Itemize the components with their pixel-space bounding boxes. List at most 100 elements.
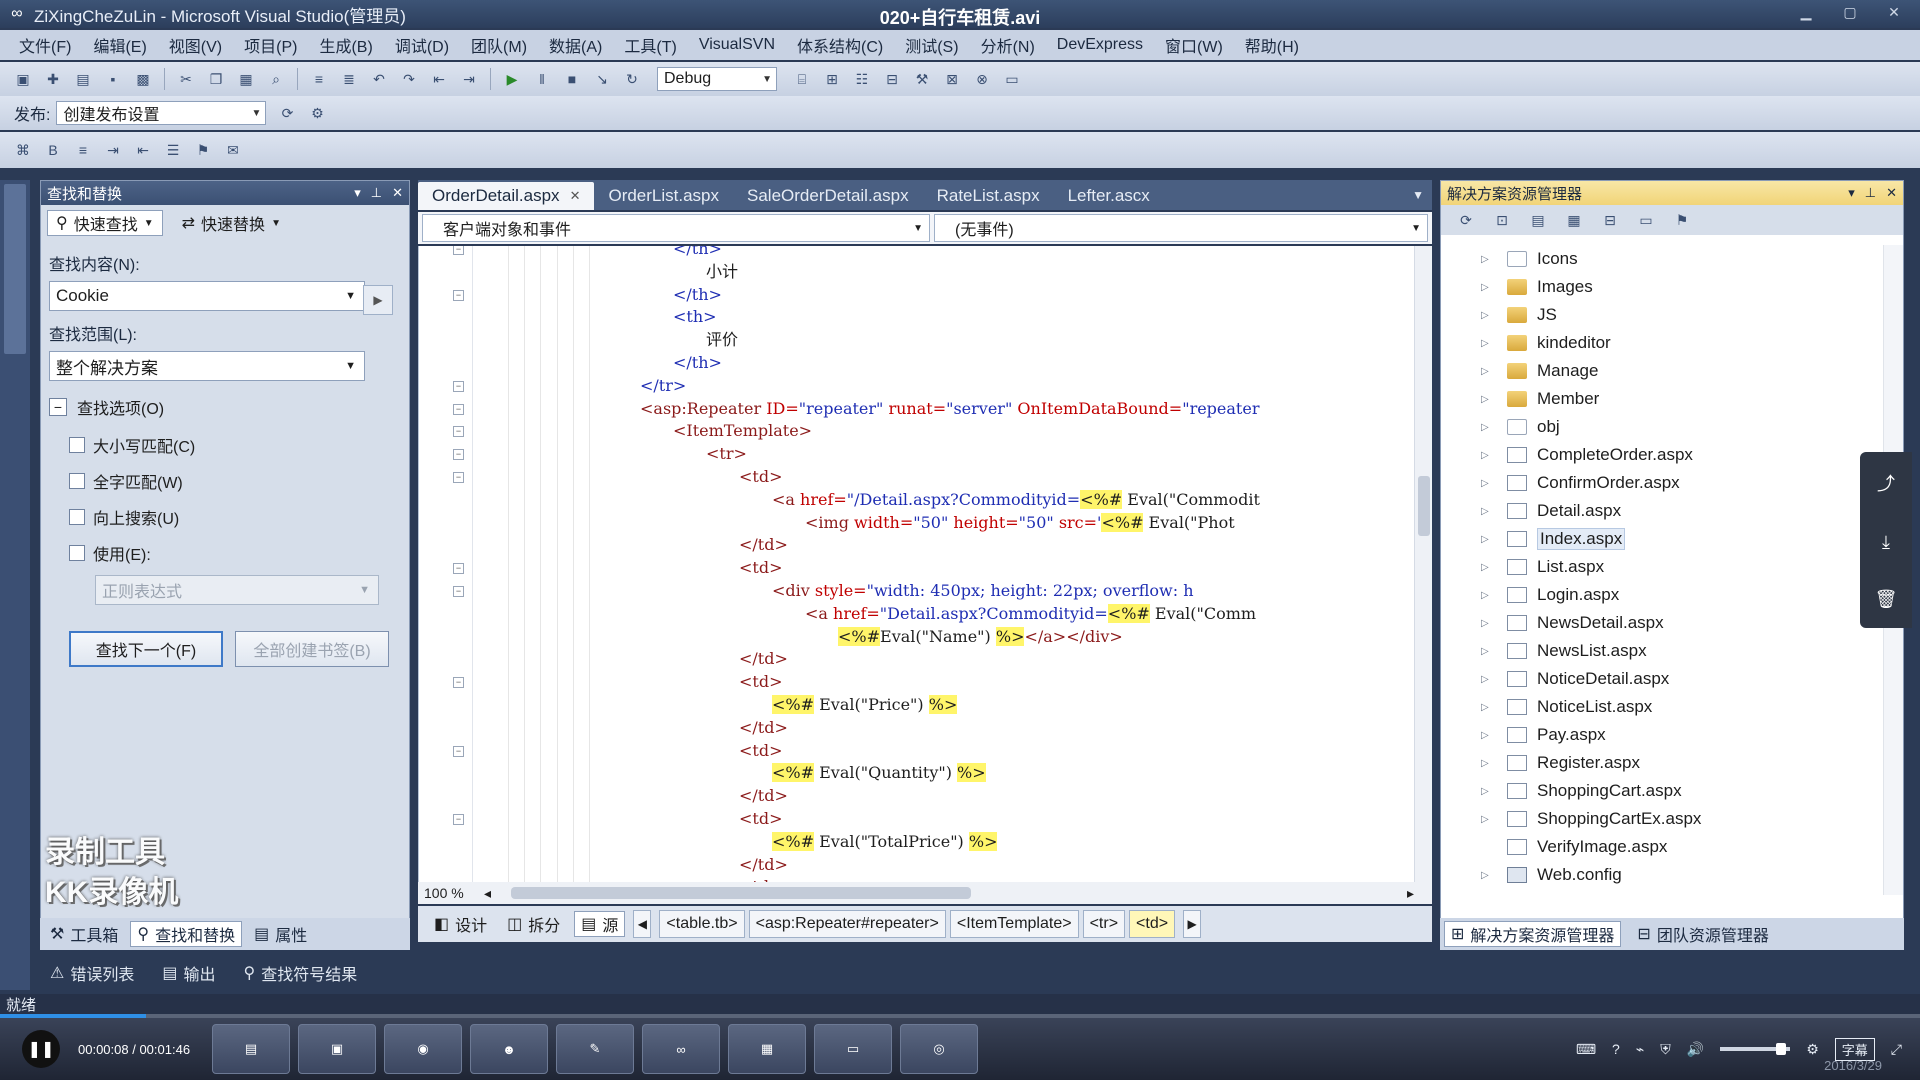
scroll-left-icon[interactable]: ◂ xyxy=(484,885,491,902)
tree-item[interactable]: ▷ NoticeList.aspx xyxy=(1441,693,1881,721)
expand-icon[interactable]: ▷ xyxy=(1481,478,1495,489)
pause-icon[interactable]: ‖ xyxy=(531,68,553,90)
chat-icon[interactable]: ✉ xyxy=(222,139,244,161)
start-debugging-icon[interactable]: ▶ xyxy=(501,68,523,90)
menu-item[interactable]: DevExpress xyxy=(1046,36,1154,54)
tree-item[interactable]: ▷ CompleteOrder.aspx xyxy=(1441,441,1881,469)
close-icon[interactable]: ✕ xyxy=(1886,185,1897,201)
tree-item[interactable]: ▷ Login.aspx xyxy=(1441,581,1881,609)
maximize-icon[interactable]: ▢ xyxy=(1830,2,1870,22)
view-code-icon[interactable]: ⊟ xyxy=(1599,209,1621,231)
expression-builder-button[interactable]: ▶ xyxy=(363,285,393,315)
left-tab[interactable]: ⚲ 查找和替换 xyxy=(130,921,243,947)
tree-item[interactable]: ▷ Manage xyxy=(1441,357,1881,385)
tree-item[interactable]: ▷ JS xyxy=(1441,301,1881,329)
view-mode-button[interactable]: ▤ 源 xyxy=(574,911,626,937)
document-tab[interactable]: OrderDetail.aspx ✕ xyxy=(418,182,595,210)
outdent-icon[interactable]: ⇤ xyxy=(132,139,154,161)
redo-icon[interactable]: ↷ xyxy=(398,68,420,90)
bookmark-icon[interactable]: ⚑ xyxy=(192,139,214,161)
menu-item[interactable]: 帮助(H) xyxy=(1234,33,1310,57)
extension-manager-icon[interactable]: ⊠ xyxy=(941,68,963,90)
code-editor[interactable]: − − − − − − − − − − − − </th> 小计 </th> <th> 评价 </th> </tr… xyxy=(418,246,1432,882)
expand-icon[interactable]: ▷ xyxy=(1481,814,1495,825)
chevron-down-icon[interactable]: ▼ xyxy=(345,290,356,302)
find-what-input[interactable]: Cookie ▼ xyxy=(49,281,365,311)
fold-toggle-icon[interactable]: − xyxy=(453,289,464,301)
network-icon[interactable]: ⌁ xyxy=(1636,1041,1644,1058)
events-combo[interactable]: (无事件) ▼ xyxy=(934,214,1428,242)
publish-web-icon[interactable]: ⟳ xyxy=(276,102,298,124)
menu-item[interactable]: 文件(F) xyxy=(8,33,82,57)
taskbar-app-browser[interactable]: ◉ xyxy=(384,1024,462,1074)
keyboard-icon[interactable]: ⌨ xyxy=(1576,1041,1596,1058)
quick-find-button[interactable]: ⚲ 快速查找 ▼ xyxy=(47,210,163,236)
expand-icon[interactable]: ▷ xyxy=(1481,254,1495,265)
solution-config-select[interactable]: Debug ▼ xyxy=(657,67,777,91)
pin-icon[interactable]: ⊥ xyxy=(1865,185,1876,201)
expand-icon[interactable]: ▷ xyxy=(1481,758,1495,769)
taskbar-app-package[interactable]: ▣ xyxy=(298,1024,376,1074)
expand-icon[interactable]: ▷ xyxy=(1481,282,1495,293)
fold-toggle-icon[interactable]: − xyxy=(453,403,464,415)
indent-icon[interactable]: ⇥ xyxy=(102,139,124,161)
tree-item[interactable]: ▷ Register.aspx xyxy=(1441,749,1881,777)
taskbar-app-database[interactable]: ▦ xyxy=(728,1024,806,1074)
tree-item[interactable]: ▷ Detail.aspx xyxy=(1441,497,1881,525)
option-checkbox[interactable] xyxy=(69,545,85,561)
tree-item[interactable]: ▷ NewsList.aspx xyxy=(1441,637,1881,665)
expand-icon[interactable]: ▷ xyxy=(1481,562,1495,573)
fullscreen-icon[interactable]: ⤢ xyxy=(1891,1041,1902,1058)
format-icon[interactable]: ⌘ xyxy=(12,139,34,161)
option-checkbox[interactable] xyxy=(69,509,85,525)
expand-icon[interactable]: ▷ xyxy=(1481,506,1495,517)
solution-explorer-icon[interactable]: ⊞ xyxy=(821,68,843,90)
find-option-row[interactable]: 使用(E): xyxy=(69,535,409,571)
tree-item[interactable]: ▷ List.aspx xyxy=(1441,553,1881,581)
stop-icon[interactable]: ■ xyxy=(561,68,583,90)
find-icon[interactable]: ⌕ xyxy=(265,68,287,90)
taskbar-app-tools[interactable]: ✎ xyxy=(556,1024,634,1074)
tree-item[interactable]: ▷ Pay.aspx xyxy=(1441,721,1881,749)
document-tab[interactable]: SaleOrderDetail.aspx xyxy=(733,182,923,210)
command-window-icon[interactable]: ▭ xyxy=(1001,68,1023,90)
breadcrumb-next-icon[interactable]: ▶ xyxy=(1183,910,1202,938)
cut-icon[interactable]: ✂ xyxy=(175,68,197,90)
breadcrumb-item[interactable]: <tr> xyxy=(1082,910,1126,938)
breadcrumb-prev-icon[interactable]: ◀ xyxy=(633,910,652,938)
copy-icon[interactable]: ❐ xyxy=(205,68,227,90)
tree-item[interactable]: ▷ NewsDetail.aspx xyxy=(1441,609,1881,637)
taskbar-app-qq[interactable]: ☻ xyxy=(470,1024,548,1074)
paste-icon[interactable]: ▦ xyxy=(235,68,257,90)
tree-item[interactable]: ▷ ConfirmOrder.aspx xyxy=(1441,469,1881,497)
view-designer-icon[interactable]: ▭ xyxy=(1635,209,1657,231)
menu-item[interactable]: 调试(D) xyxy=(384,33,460,57)
fold-toggle-icon[interactable]: − xyxy=(453,449,464,461)
show-all-files-icon[interactable]: ▤ xyxy=(1527,209,1549,231)
find-option-row[interactable]: 向上搜索(U) xyxy=(69,499,409,535)
tree-item[interactable]: ▷ Web.config xyxy=(1441,861,1881,889)
find-in-files-icon[interactable]: ⌸ xyxy=(791,68,813,90)
panel-menu-icon[interactable]: ▾ xyxy=(1848,185,1855,201)
expand-icon[interactable]: ▷ xyxy=(1481,310,1495,321)
left-tab[interactable]: ⚒ 工具箱 xyxy=(44,921,124,947)
refresh-icon[interactable]: ⟳ xyxy=(1455,209,1477,231)
comment-icon[interactable]: ≡ xyxy=(308,68,330,90)
zoom-level[interactable]: 100 % xyxy=(424,885,484,901)
find-options-toggle[interactable]: − 查找选项(O) xyxy=(49,395,409,419)
bold-icon[interactable]: B xyxy=(42,139,64,161)
menu-item[interactable]: 数据(A) xyxy=(538,33,613,57)
output-tab[interactable]: ⚠ 错误列表 xyxy=(44,960,140,986)
fold-toggle-icon[interactable]: − xyxy=(453,586,464,597)
document-tab[interactable]: RateList.aspx xyxy=(923,182,1054,210)
taskbar-app-recorder[interactable]: ◎ xyxy=(900,1024,978,1074)
tab-list-dropdown-icon[interactable]: ▼ xyxy=(1412,188,1424,202)
publish-profile-select[interactable]: 创建发布设置 ▼ xyxy=(56,101,267,125)
publish-settings-icon[interactable]: ⚙ xyxy=(306,102,328,124)
undo-icon[interactable]: ↶ xyxy=(368,68,390,90)
expand-icon[interactable]: ▷ xyxy=(1481,338,1495,349)
find-option-row[interactable]: 大小写匹配(C) xyxy=(69,427,409,463)
expand-icon[interactable]: ▷ xyxy=(1481,590,1495,601)
output-tab[interactable]: ▤ 输出 xyxy=(156,960,221,986)
fold-toggle-icon[interactable]: − xyxy=(453,426,464,438)
